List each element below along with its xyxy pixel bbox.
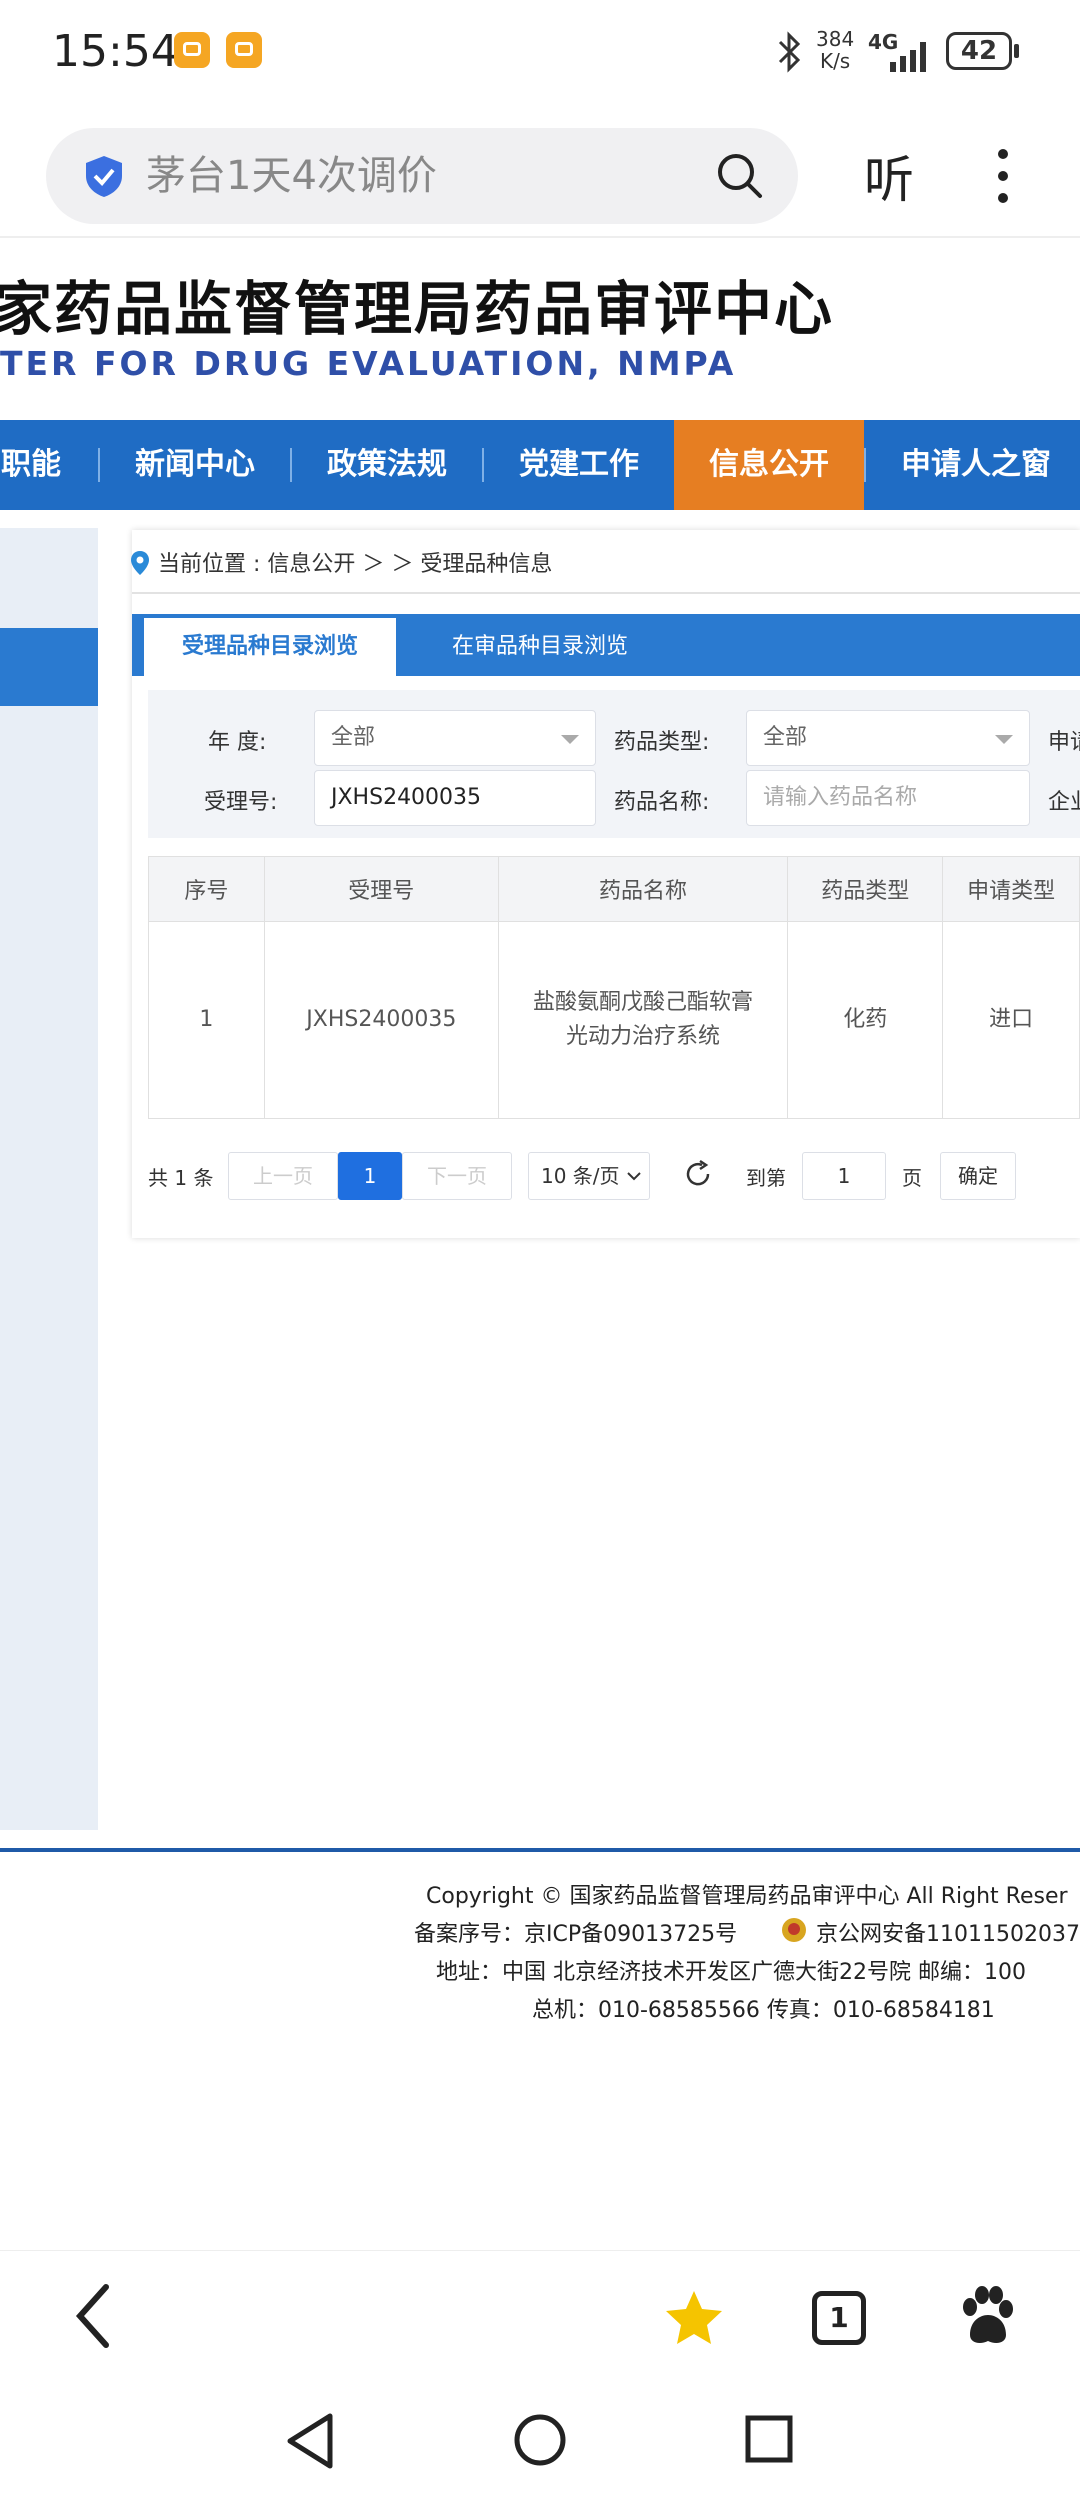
table-row[interactable]: 1 JXHS2400035 盐酸氨酮戊酸己酯软膏 光动力治疗系统 化药 进口 xyxy=(148,921,1080,1119)
accept-no-label: 受理号: xyxy=(204,790,278,815)
results-table: 序号 受理号 药品名称 药品类型 申请类型 1 JXHS2400035 盐酸氨酮… xyxy=(148,856,1080,1119)
site-title: 家药品监督管理局药品审评中心 xyxy=(0,275,835,343)
system-home-icon[interactable] xyxy=(512,2412,568,2468)
footer-icp[interactable]: 备案序号：京ICP备09013725号 xyxy=(414,1916,737,1948)
nav-separator xyxy=(864,448,866,482)
more-menu-icon[interactable] xyxy=(990,146,1016,206)
goto-label: 到第 xyxy=(746,1166,786,1190)
breadcrumb: 当前位置 : 信息公开 ＞ ＞ 受理品种信息 xyxy=(158,552,553,577)
footer-phone: 总机：010-68585566 传真：010-68584181 xyxy=(532,1998,995,2023)
cell-apply-type: 进口 xyxy=(942,921,1080,1119)
accept-no-input[interactable]: JXHS2400035 xyxy=(314,770,596,826)
drug-type-select-value: 全部 xyxy=(763,725,808,750)
page-button-current[interactable]: 1 xyxy=(338,1152,402,1200)
year-select-value: 全部 xyxy=(331,725,376,750)
main-nav: 职能 新闻中心 政策法规 党建工作 信息公开 申请人之窗 xyxy=(0,420,1080,510)
drug-name-line: 盐酸氨酮戊酸己酯软膏 xyxy=(533,990,754,1015)
bluetooth-icon xyxy=(778,31,801,73)
chevron-down-icon xyxy=(627,1172,641,1181)
next-page-button[interactable]: 下一页 xyxy=(402,1152,512,1200)
police-badge-icon xyxy=(782,1918,806,1942)
column-header-accept-no: 受理号 xyxy=(263,856,499,922)
column-header-drug-type: 药品类型 xyxy=(787,856,944,922)
nav-item-policy[interactable]: 政策法规 xyxy=(302,420,472,510)
cell-drug-name: 盐酸氨酮戊酸己酯软膏 光动力治疗系统 xyxy=(497,921,789,1119)
page-size-select[interactable]: 10 条/页 xyxy=(528,1152,650,1200)
nav-item-news[interactable]: 新闻中心 xyxy=(110,420,280,510)
app-notification-icon xyxy=(226,32,262,68)
divider xyxy=(0,236,1080,238)
table-header-row: 序号 受理号 药品名称 药品类型 申请类型 xyxy=(148,856,1080,922)
prev-page-button[interactable]: 上一页 xyxy=(228,1152,338,1200)
page-size-value: 10 条/页 xyxy=(541,1164,620,1188)
apply-type-label: 申请 xyxy=(1048,730,1080,755)
footer-divider xyxy=(0,1848,1080,1852)
chevron-down-icon xyxy=(561,735,579,744)
nav-item-applicant[interactable]: 申请人之窗 xyxy=(876,420,1076,510)
site-title-english: TER FOR DRUG EVALUATION, NMPA xyxy=(0,344,737,383)
battery-icon: 42 xyxy=(946,32,1012,70)
status-bar: 15:54 384 K/s 4G 42 xyxy=(0,0,1080,110)
nav-item-info-public[interactable]: 信息公开 xyxy=(674,420,864,510)
nav-separator xyxy=(290,448,292,482)
shield-icon xyxy=(86,156,122,197)
drug-type-label: 药品类型: xyxy=(614,730,710,755)
refresh-icon[interactable] xyxy=(682,1158,714,1190)
company-label: 企业 xyxy=(1048,790,1080,815)
nav-separator xyxy=(98,448,100,482)
column-header-index: 序号 xyxy=(148,856,265,922)
footer-police-record[interactable]: 京公网安备11011502037 xyxy=(816,1916,1080,1948)
browser-toolbar: 1 xyxy=(0,2250,1080,2381)
page-label: 页 xyxy=(902,1166,922,1190)
sidebar-item-selected[interactable] xyxy=(0,628,98,706)
confirm-button[interactable]: 确定 xyxy=(940,1152,1016,1200)
search-query[interactable]: 茅台1天4次调价 xyxy=(146,148,437,204)
drug-name-label: 药品名称: xyxy=(614,790,710,815)
sidebar xyxy=(0,528,98,1830)
tabs-count-icon[interactable]: 1 xyxy=(812,2291,866,2345)
battery-tip xyxy=(1014,44,1019,58)
system-recents-icon[interactable] xyxy=(744,2414,794,2464)
year-select[interactable]: 全部 xyxy=(314,710,596,766)
cell-accept-no: JXHS2400035 xyxy=(263,921,499,1119)
cell-index: 1 xyxy=(148,921,265,1119)
baidu-paw-icon[interactable] xyxy=(956,2285,1018,2347)
search-icon[interactable] xyxy=(714,150,766,202)
drug-type-select[interactable]: 全部 xyxy=(746,710,1030,766)
goto-page-input[interactable]: 1 xyxy=(802,1152,886,1200)
total-count: 共 1 条 xyxy=(148,1166,214,1190)
year-label: 年 度: xyxy=(208,730,267,755)
chevron-down-icon xyxy=(995,735,1013,744)
network-speed: 384 K/s xyxy=(816,27,855,73)
star-icon[interactable] xyxy=(664,2289,724,2345)
footer-address: 地址：中国 北京经济技术开发区广德大街22号院 邮编：100 xyxy=(436,1960,1026,1985)
listen-button[interactable]: 听 xyxy=(864,140,914,212)
nav-item-party[interactable]: 党建工作 xyxy=(494,420,664,510)
nav-separator xyxy=(482,448,484,482)
tab-accepted-catalog[interactable]: 受理品种目录浏览 xyxy=(144,618,396,676)
tab-in-review-catalog[interactable]: 在审品种目录浏览 xyxy=(420,618,660,676)
system-back-icon[interactable] xyxy=(284,2412,336,2470)
status-time: 15:54 xyxy=(52,26,179,77)
drug-name-input[interactable]: 请输入药品名称 xyxy=(746,770,1030,826)
column-header-apply-type: 申请类型 xyxy=(942,856,1080,922)
breadcrumb-divider xyxy=(132,592,1080,594)
column-header-drug-name: 药品名称 xyxy=(497,856,789,922)
location-pin-icon xyxy=(131,551,149,575)
back-icon[interactable] xyxy=(70,2281,120,2351)
app-notification-icon xyxy=(174,32,210,68)
address-search-bar[interactable]: 茅台1天4次调价 xyxy=(46,128,798,224)
cell-drug-type: 化药 xyxy=(787,921,944,1119)
signal-icon xyxy=(890,42,926,72)
system-navigation-bar xyxy=(0,2380,1080,2504)
nav-item-functions[interactable]: 职能 xyxy=(0,420,66,510)
drug-name-line: 光动力治疗系统 xyxy=(566,1024,721,1049)
footer-copyright: Copyright © 国家药品监督管理局药品审评中心 All Right Re… xyxy=(426,1884,1068,1909)
